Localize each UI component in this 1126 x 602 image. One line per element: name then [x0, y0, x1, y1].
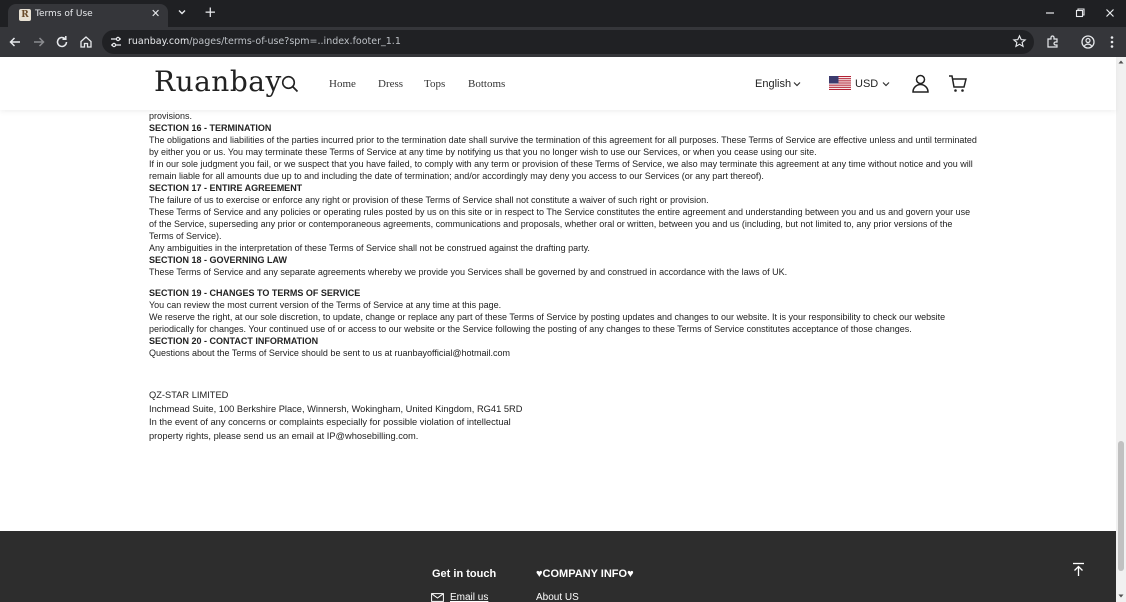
- currency-selector[interactable]: USD: [855, 78, 878, 90]
- about-us-link[interactable]: About US: [536, 592, 579, 602]
- paragraph: The obligations and liabilities of the p…: [149, 135, 977, 157]
- paragraph: We reserve the right, at our sole discre…: [149, 312, 946, 334]
- footer-heading-company-info: ♥COMPANY INFO♥: [536, 568, 634, 580]
- nav-item-tops[interactable]: Tops: [424, 78, 445, 90]
- section-16-title: SECTION 16 - TERMINATION: [149, 123, 272, 133]
- company-note: property rights, please send us an email…: [149, 430, 419, 441]
- company-address: Inchmead Suite, 100 Berkshire Place, Win…: [149, 403, 523, 414]
- paragraph: If in our sole judgment you fail, or we …: [149, 159, 973, 181]
- company-name: QZ-STAR LIMITED: [149, 390, 229, 400]
- terms-content: provisions. SECTION 16 - TERMINATION The…: [149, 110, 979, 443]
- home-icon[interactable]: [78, 34, 94, 50]
- page-scrollbar[interactable]: [1116, 57, 1126, 602]
- window-close-icon[interactable]: [1103, 6, 1117, 20]
- browser-tab[interactable]: R Terms of Use ✕: [8, 4, 168, 27]
- bookmark-star-icon[interactable]: [1012, 34, 1027, 49]
- mail-icon: [431, 593, 444, 602]
- minimize-icon[interactable]: [1043, 6, 1057, 20]
- section-19-title: SECTION 19 - CHANGES TO TERMS OF SERVICE: [149, 288, 361, 298]
- url-host: ruanbay.com: [128, 36, 190, 47]
- url-path: /pages/terms-of-use?spm=..index.footer_1…: [189, 36, 401, 47]
- site-header: Ruanbay Home Dress Tops Bottoms English …: [0, 57, 1116, 110]
- chevron-down-icon[interactable]: [882, 80, 890, 88]
- profile-icon[interactable]: [1080, 34, 1096, 50]
- site-footer: Get in touch ♥COMPANY INFO♥ Email us Abo…: [0, 531, 1116, 602]
- extensions-icon[interactable]: [1045, 34, 1061, 50]
- nav-item-bottoms[interactable]: Bottoms: [468, 78, 505, 90]
- paragraph: The failure of us to exercise or enforce…: [149, 195, 709, 205]
- cart-icon[interactable]: [948, 74, 967, 93]
- tab-title: Terms of Use: [35, 9, 93, 19]
- tab-search-chevron-icon[interactable]: [176, 6, 188, 18]
- back-icon[interactable]: [7, 34, 23, 50]
- account-icon[interactable]: [911, 74, 930, 93]
- browser-tab-strip: R Terms of Use ✕ +: [0, 0, 1126, 27]
- company-note: In the event of any concerns or complain…: [149, 417, 511, 428]
- paragraph: These Terms of Service and any policies …: [149, 207, 971, 241]
- search-icon[interactable]: [281, 75, 299, 93]
- paragraph: You can review the most current version …: [149, 300, 502, 310]
- back-to-top-icon[interactable]: [1071, 562, 1086, 577]
- us-flag-icon[interactable]: [829, 76, 851, 90]
- address-bar[interactable]: ruanbay.com/pages/terms-of-use?spm=..ind…: [102, 30, 1034, 54]
- scrollbar-thumb[interactable]: [1118, 441, 1124, 571]
- paragraph: Any ambiguities in the interpretation of…: [149, 243, 590, 253]
- browser-toolbar: ruanbay.com/pages/terms-of-use?spm=..ind…: [0, 27, 1126, 57]
- browser-menu-icon[interactable]: [1104, 34, 1120, 50]
- paragraph: Questions about the Terms of Service sho…: [149, 348, 510, 358]
- section-20-title: SECTION 20 - CONTACT INFORMATION: [149, 336, 319, 346]
- scroll-down-arrow-icon[interactable]: [1118, 593, 1124, 599]
- favicon-icon: R: [19, 9, 31, 21]
- language-selector[interactable]: English: [755, 78, 791, 90]
- reload-icon[interactable]: [54, 34, 70, 50]
- tab-close-icon[interactable]: ✕: [151, 7, 160, 20]
- footer-heading-get-in-touch: Get in touch: [432, 568, 497, 580]
- paragraph: These Terms of Service and any separate …: [149, 267, 788, 277]
- scroll-up-arrow-icon[interactable]: [1118, 59, 1124, 65]
- email-us-link[interactable]: Email us: [450, 592, 488, 602]
- nav-item-dress[interactable]: Dress: [378, 78, 403, 90]
- new-tab-icon[interactable]: +: [204, 3, 217, 21]
- chevron-down-icon[interactable]: [793, 80, 801, 88]
- section-18-title: SECTION 18 - GOVERNING LAW: [149, 255, 288, 265]
- section-17-title: SECTION 17 - ENTIRE AGREEMENT: [149, 183, 303, 193]
- paragraph: provisions.: [149, 111, 193, 121]
- company-info-block: QZ-STAR LIMITED Inchmead Suite, 100 Berk…: [149, 389, 979, 443]
- nav-item-home[interactable]: Home: [329, 78, 356, 90]
- site-logo[interactable]: Ruanbay: [154, 65, 282, 98]
- restore-icon[interactable]: [1073, 6, 1087, 20]
- forward-icon[interactable]: [31, 34, 47, 50]
- site-info-icon[interactable]: [109, 35, 123, 49]
- url-text: ruanbay.com/pages/terms-of-use?spm=..ind…: [128, 36, 401, 47]
